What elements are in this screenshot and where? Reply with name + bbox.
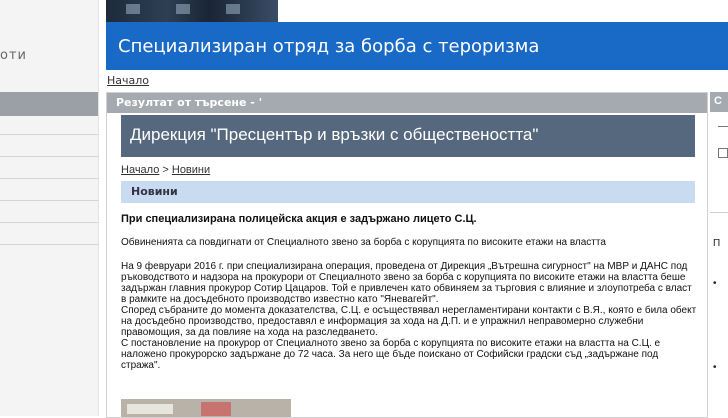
sidebar-item-divider [0, 156, 98, 157]
right-sidebar-divider [710, 212, 728, 213]
sidebar-brand-text: оти [0, 48, 27, 63]
left-sidebar: оти [0, 0, 99, 416]
news-section-label: Новини [131, 185, 178, 198]
sidebar-item-divider [0, 200, 98, 201]
article-paragraph: С постановление на прокурор от Специално… [121, 338, 661, 371]
breadcrumb-news[interactable]: Новини [172, 164, 210, 176]
sidebar-item-divider [0, 222, 98, 223]
article-subtitle: Обвиненията са повдигнати от Специалното… [121, 237, 606, 248]
search-result-panel: Резултат от търсене - ' Дирекция "Пресце… [106, 92, 708, 418]
article-paragraph: На 9 февруари 2016 г. при специализирана… [121, 261, 692, 305]
directorate-header: Дирекция "Пресцентър и връзки с обществе… [121, 115, 695, 157]
sidebar-item-divider [0, 244, 98, 245]
right-sidebar-field[interactable] [718, 126, 728, 127]
right-sidebar-text: П [713, 238, 721, 249]
breadcrumb-home-link[interactable]: Начало [107, 74, 149, 87]
article-paragraph: Според събраните до момента доказателств… [121, 305, 697, 338]
banner-image [106, 0, 278, 22]
breadcrumb-home[interactable]: Начало [121, 164, 159, 176]
panel-heading: Резултат от търсене - ' [107, 93, 707, 113]
sidebar-item-divider [0, 134, 98, 135]
breadcrumb-separator: > [159, 164, 172, 176]
sidebar-header-bar [0, 92, 98, 116]
right-sidebar-heading-text: С [714, 95, 722, 107]
right-sidebar-checkbox[interactable] [718, 148, 728, 158]
site-header: Специализиран отряд за борба с тероризма [106, 22, 728, 70]
article-body: На 9 февруари 2016 г. при специализирана… [121, 261, 697, 371]
panel-heading-text: Резултат от търсене - ' [116, 96, 263, 109]
directorate-title: Дирекция "Пресцентър и връзки с обществе… [130, 125, 539, 144]
article-title: При специализирана полицейска акция е за… [121, 213, 477, 225]
news-section-bar: Новини [121, 181, 695, 203]
right-sidebar-bullet: • [713, 278, 717, 289]
right-sidebar: С П • • [710, 92, 728, 416]
breadcrumb: Начало > Новини [121, 164, 210, 176]
site-title: Специализиран отряд за борба с тероризма [118, 36, 540, 57]
right-sidebar-bullet: • [713, 362, 717, 373]
sidebar-item-divider [0, 178, 98, 179]
article-image [121, 399, 291, 417]
right-sidebar-heading: С [710, 92, 728, 112]
